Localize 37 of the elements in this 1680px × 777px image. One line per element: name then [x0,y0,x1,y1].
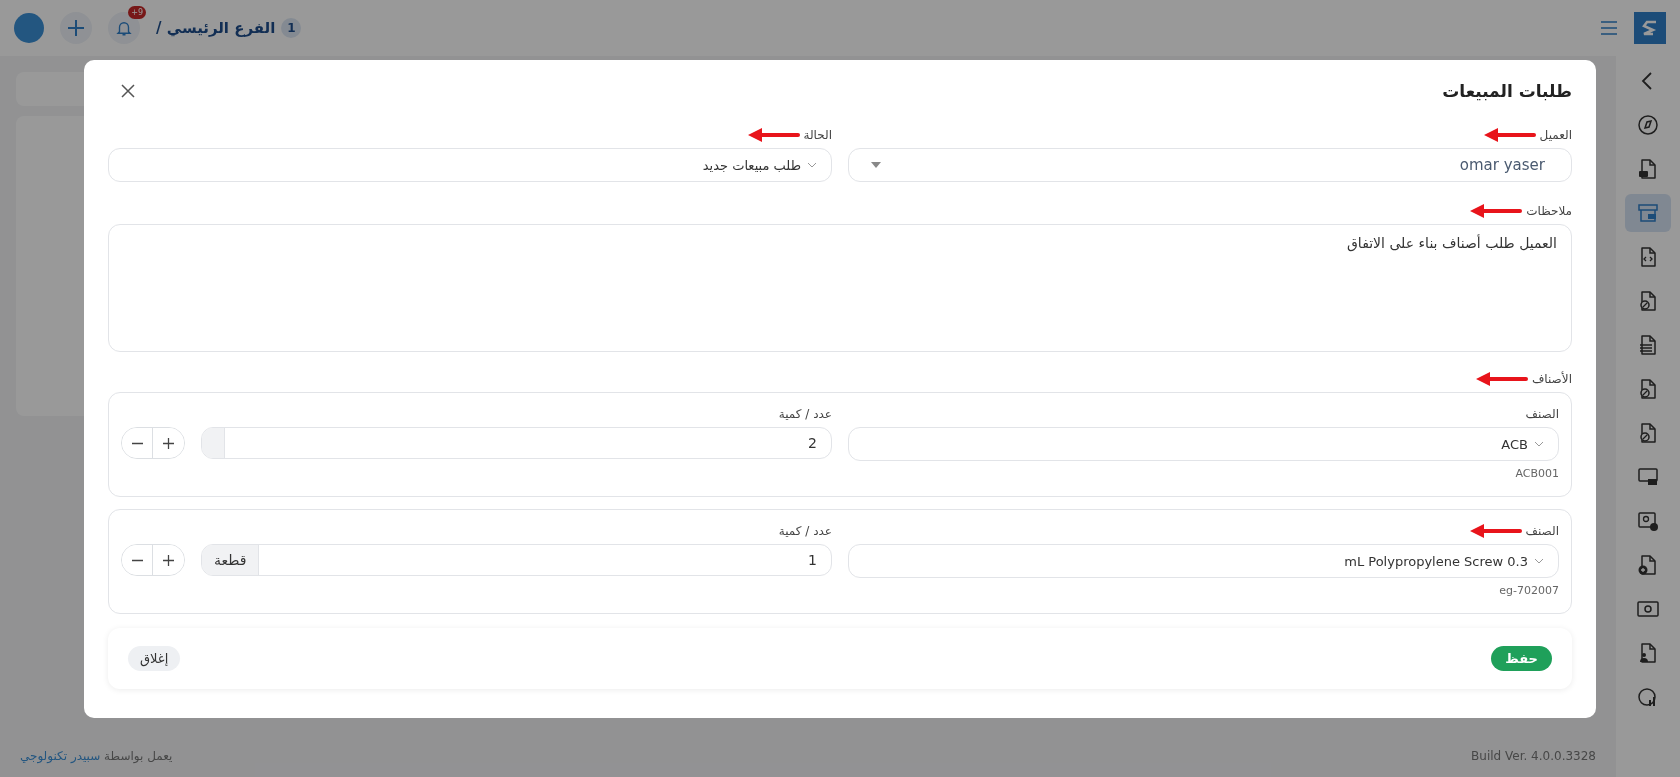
item-code: eg-702007 [1498,584,1559,597]
notes-field[interactable]: العميل طلب أصناف بناء على الاتفاق [108,224,1572,352]
sidebar-item[interactable] [1625,194,1671,232]
branch-name[interactable]: الفرع الرئيسي / [156,19,276,37]
add-button[interactable] [60,12,92,44]
customer-select[interactable]: omar yaser [848,148,1572,182]
chevron-down-icon [1534,441,1544,447]
field-label: الصنف [1525,407,1559,421]
dialog-title: طلبات المبيعات [1442,81,1572,101]
plus-icon [67,19,85,37]
field-label: العميل [1539,128,1572,142]
status-select[interactable]: طلب مبيعات جديد [108,148,832,182]
plus-icon [163,554,174,566]
powered-by-text: يعمل بواسطة سبيدر تكنولوجي [20,749,173,763]
close-icon[interactable] [120,83,136,99]
bell-icon [115,19,133,37]
chevron-down-icon [807,162,817,168]
notification-badge: +9 [128,6,146,19]
image-icon [1636,509,1660,533]
field-label: الحالة [803,128,832,142]
field-label: الصنف [1525,524,1559,538]
chevron-down-icon [1534,558,1544,564]
field-label: عدد / كمية [778,407,832,421]
branch-badge: 1 [281,18,302,38]
item-select[interactable]: ACB [848,427,1559,461]
item-code: ACB001 [1514,467,1559,480]
item-select[interactable]: mL Polypropylene Screw 0.3 [848,544,1559,578]
compass-icon [1636,113,1660,137]
section-label: الأصناف [1531,372,1572,386]
unit-label: قطعة [202,545,260,575]
plus-icon [163,437,174,449]
field-label: عدد / كمية [778,524,832,538]
build-version: Build Ver. 4.0.0.3328 [1471,749,1596,763]
close-button[interactable]: إغلاق [128,646,181,671]
quantity-field[interactable]: 2 [201,427,832,459]
field-label: ملاحظات [1526,204,1572,218]
caret-icon [871,162,881,168]
